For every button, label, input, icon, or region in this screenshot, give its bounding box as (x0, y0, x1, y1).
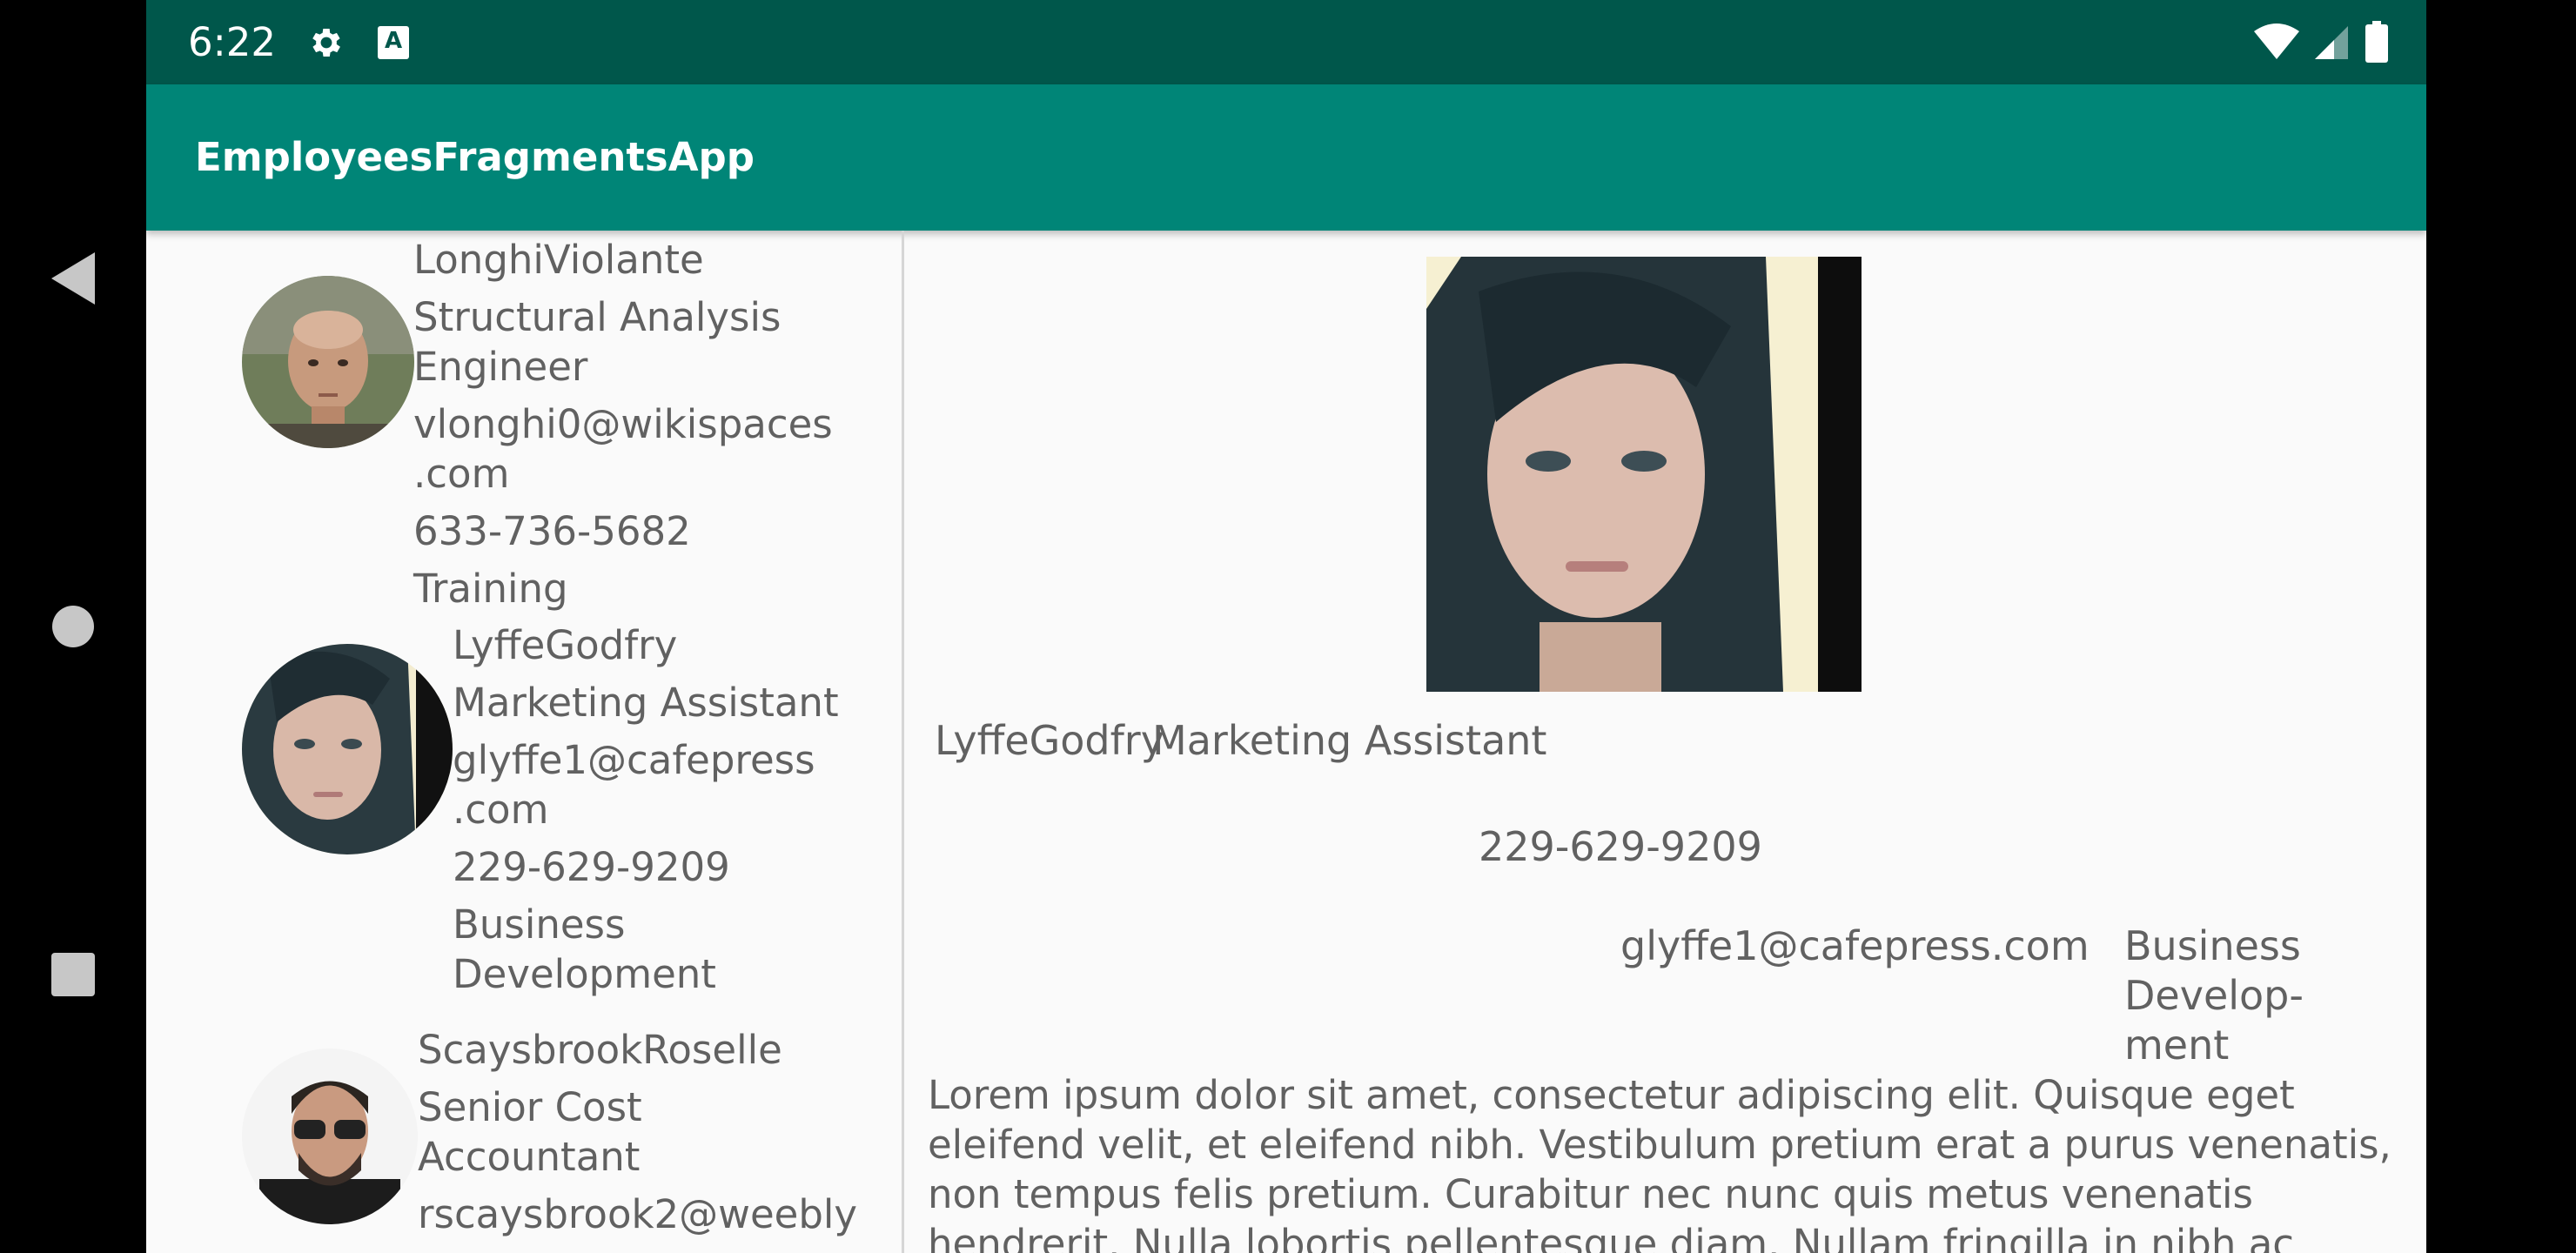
battery-icon (2365, 21, 2388, 63)
employee-email: rscaysbrook2@weebly.com (418, 1191, 858, 1253)
signal-icon (2315, 26, 2348, 59)
employee-department: Business Development (453, 901, 716, 997)
app-toolbar: EmployeesFragmentsApp (146, 84, 2426, 231)
navigation-bar (0, 0, 146, 1253)
employee-details: LyffeGodfry Marketing Assistant glyffe1@… (453, 620, 888, 1007)
employee-photo-image (1426, 257, 1862, 692)
employee-phone: 229-629-9209 (453, 844, 730, 890)
employee-avatar (242, 644, 453, 854)
detail-title: Marketing Assistant (1152, 717, 1547, 764)
employee-detail-pane: LyffeGodfry Marketing Assistant 229-629-… (904, 231, 2426, 1253)
employee-name: LyffeGodfry (453, 622, 678, 668)
status-icons (2254, 19, 2388, 64)
avatar-photo (242, 276, 414, 448)
detail-description: Lorem ipsum dolor sit amet, consectetur … (928, 1072, 2392, 1253)
screen-edge (2426, 0, 2576, 1253)
home-icon (52, 606, 94, 647)
back-button[interactable] (30, 235, 117, 322)
employee-title: Senior Cost Accountant (418, 1084, 642, 1180)
app-window: 6:22 A EmployeesFragmentsApp LonghiViola… (146, 0, 2426, 1253)
main-content: LonghiViolante Structural Analysis Engine… (146, 231, 2426, 1253)
app-title: EmployeesFragmentsApp (195, 134, 755, 180)
detail-email: glyffe1@cafepress.com (1620, 922, 2090, 969)
employee-avatar (242, 1049, 418, 1224)
employee-phone: 633-736-5682 (413, 508, 691, 554)
detail-phone: 229-629-9209 (1479, 823, 1762, 870)
employee-email: glyffe1@cafepress .com (453, 737, 815, 833)
employee-name: LonghiViolante (413, 237, 704, 283)
avatar-photo (242, 1049, 418, 1224)
employee-details: LonghiViolante Structural Analysis Engine… (413, 235, 883, 621)
gear-icon (312, 29, 340, 57)
employee-avatar (242, 276, 414, 448)
status-time: 6:22 (188, 19, 277, 65)
wifi-icon (2254, 23, 2299, 59)
detail-name: LyffeGodfry (935, 717, 1164, 764)
employee-email: vlonghi0@wikispaces .com (413, 401, 833, 497)
back-icon (51, 252, 95, 305)
avatar-photo (242, 644, 453, 854)
employee-name: ScaysbrookRoselle (418, 1027, 782, 1073)
employee-title: Marketing Assistant (453, 680, 839, 726)
home-button[interactable] (30, 583, 117, 670)
device-screen: 6:22 A EmployeesFragmentsApp LonghiViola… (0, 0, 2576, 1253)
a-icon: A (378, 26, 409, 59)
status-bar: 6:22 A (146, 0, 2426, 84)
employee-photo (1426, 257, 1862, 692)
employee-department: Training (413, 566, 568, 612)
recents-icon (51, 953, 95, 996)
employee-list[interactable]: LonghiViolante Structural Analysis Engine… (146, 231, 902, 1253)
employee-title: Structural Analysis Engineer (413, 294, 782, 390)
detail-department: Business Develop-ment (2124, 922, 2304, 1069)
recents-button[interactable] (30, 931, 117, 1018)
employee-details: ScaysbrookRoselle Senior Cost Accountant … (418, 1025, 902, 1253)
